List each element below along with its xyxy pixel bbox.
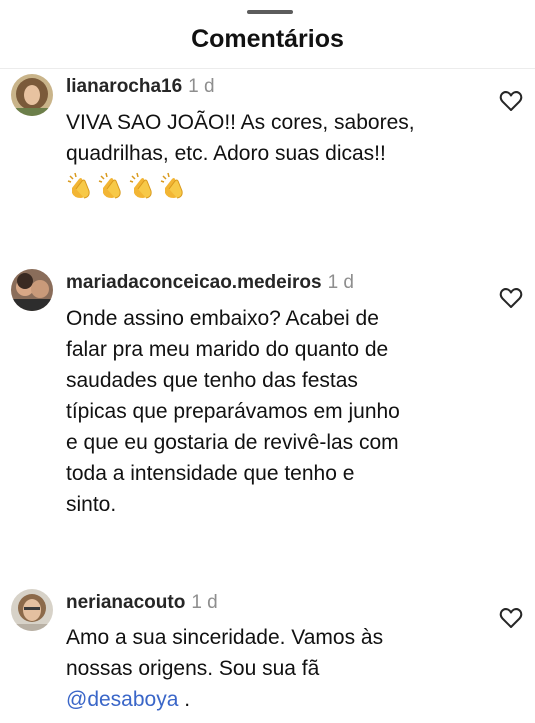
header-divider (0, 68, 535, 69)
comment-time: 1 d (188, 76, 215, 97)
avatar[interactable] (11, 269, 53, 311)
comment-meta: lianarocha16 1 d (66, 76, 215, 98)
mention-suffix: . (178, 688, 191, 711)
clap-emoji-row (66, 170, 187, 200)
comment-body: Amo a sua sinceridade. Vamos às nossas o… (66, 626, 384, 680)
comment-text: Onde assino embaixo? Acabei de falar pra… (66, 307, 400, 516)
comment-meta: nerianacouto 1 d (66, 592, 218, 614)
avatar[interactable] (11, 589, 53, 631)
clapping-hands-icon (98, 172, 121, 199)
comments-sheet: Comentários lianarocha16 1 d VIVA SAO JOÃ… (0, 0, 535, 723)
clapping-hands-icon (160, 172, 183, 199)
user-avatar-icon (11, 74, 53, 116)
comment-username[interactable]: mariadaconceicao.medeiros (66, 272, 322, 293)
comment-username[interactable]: nerianacouto (66, 592, 185, 613)
comment-time: 1 d (327, 272, 354, 293)
user-avatar-icon (11, 589, 53, 631)
like-heart-icon[interactable] (499, 607, 523, 629)
like-heart-icon[interactable] (499, 287, 523, 309)
like-heart-icon[interactable] (499, 90, 523, 112)
avatar[interactable] (11, 74, 53, 116)
sheet-grabber-handle[interactable] (247, 10, 293, 14)
mention-link[interactable]: @desaboya (66, 688, 178, 711)
clapping-hands-icon (67, 172, 90, 199)
comment-username[interactable]: lianarocha16 (66, 76, 182, 97)
clapping-hands-icon (129, 172, 152, 199)
comment-text: Amo a sua sinceridade. Vamos às nossas o… (66, 622, 486, 715)
comment-time: 1 d (191, 592, 218, 613)
comment-meta: mariadaconceicao.medeiros 1 d (66, 272, 354, 294)
comment-text: VIVA SAO JOÃO!! As cores, sabores, quadr… (66, 111, 415, 165)
page-title: Comentários (191, 25, 344, 53)
user-avatar-icon (11, 269, 53, 311)
